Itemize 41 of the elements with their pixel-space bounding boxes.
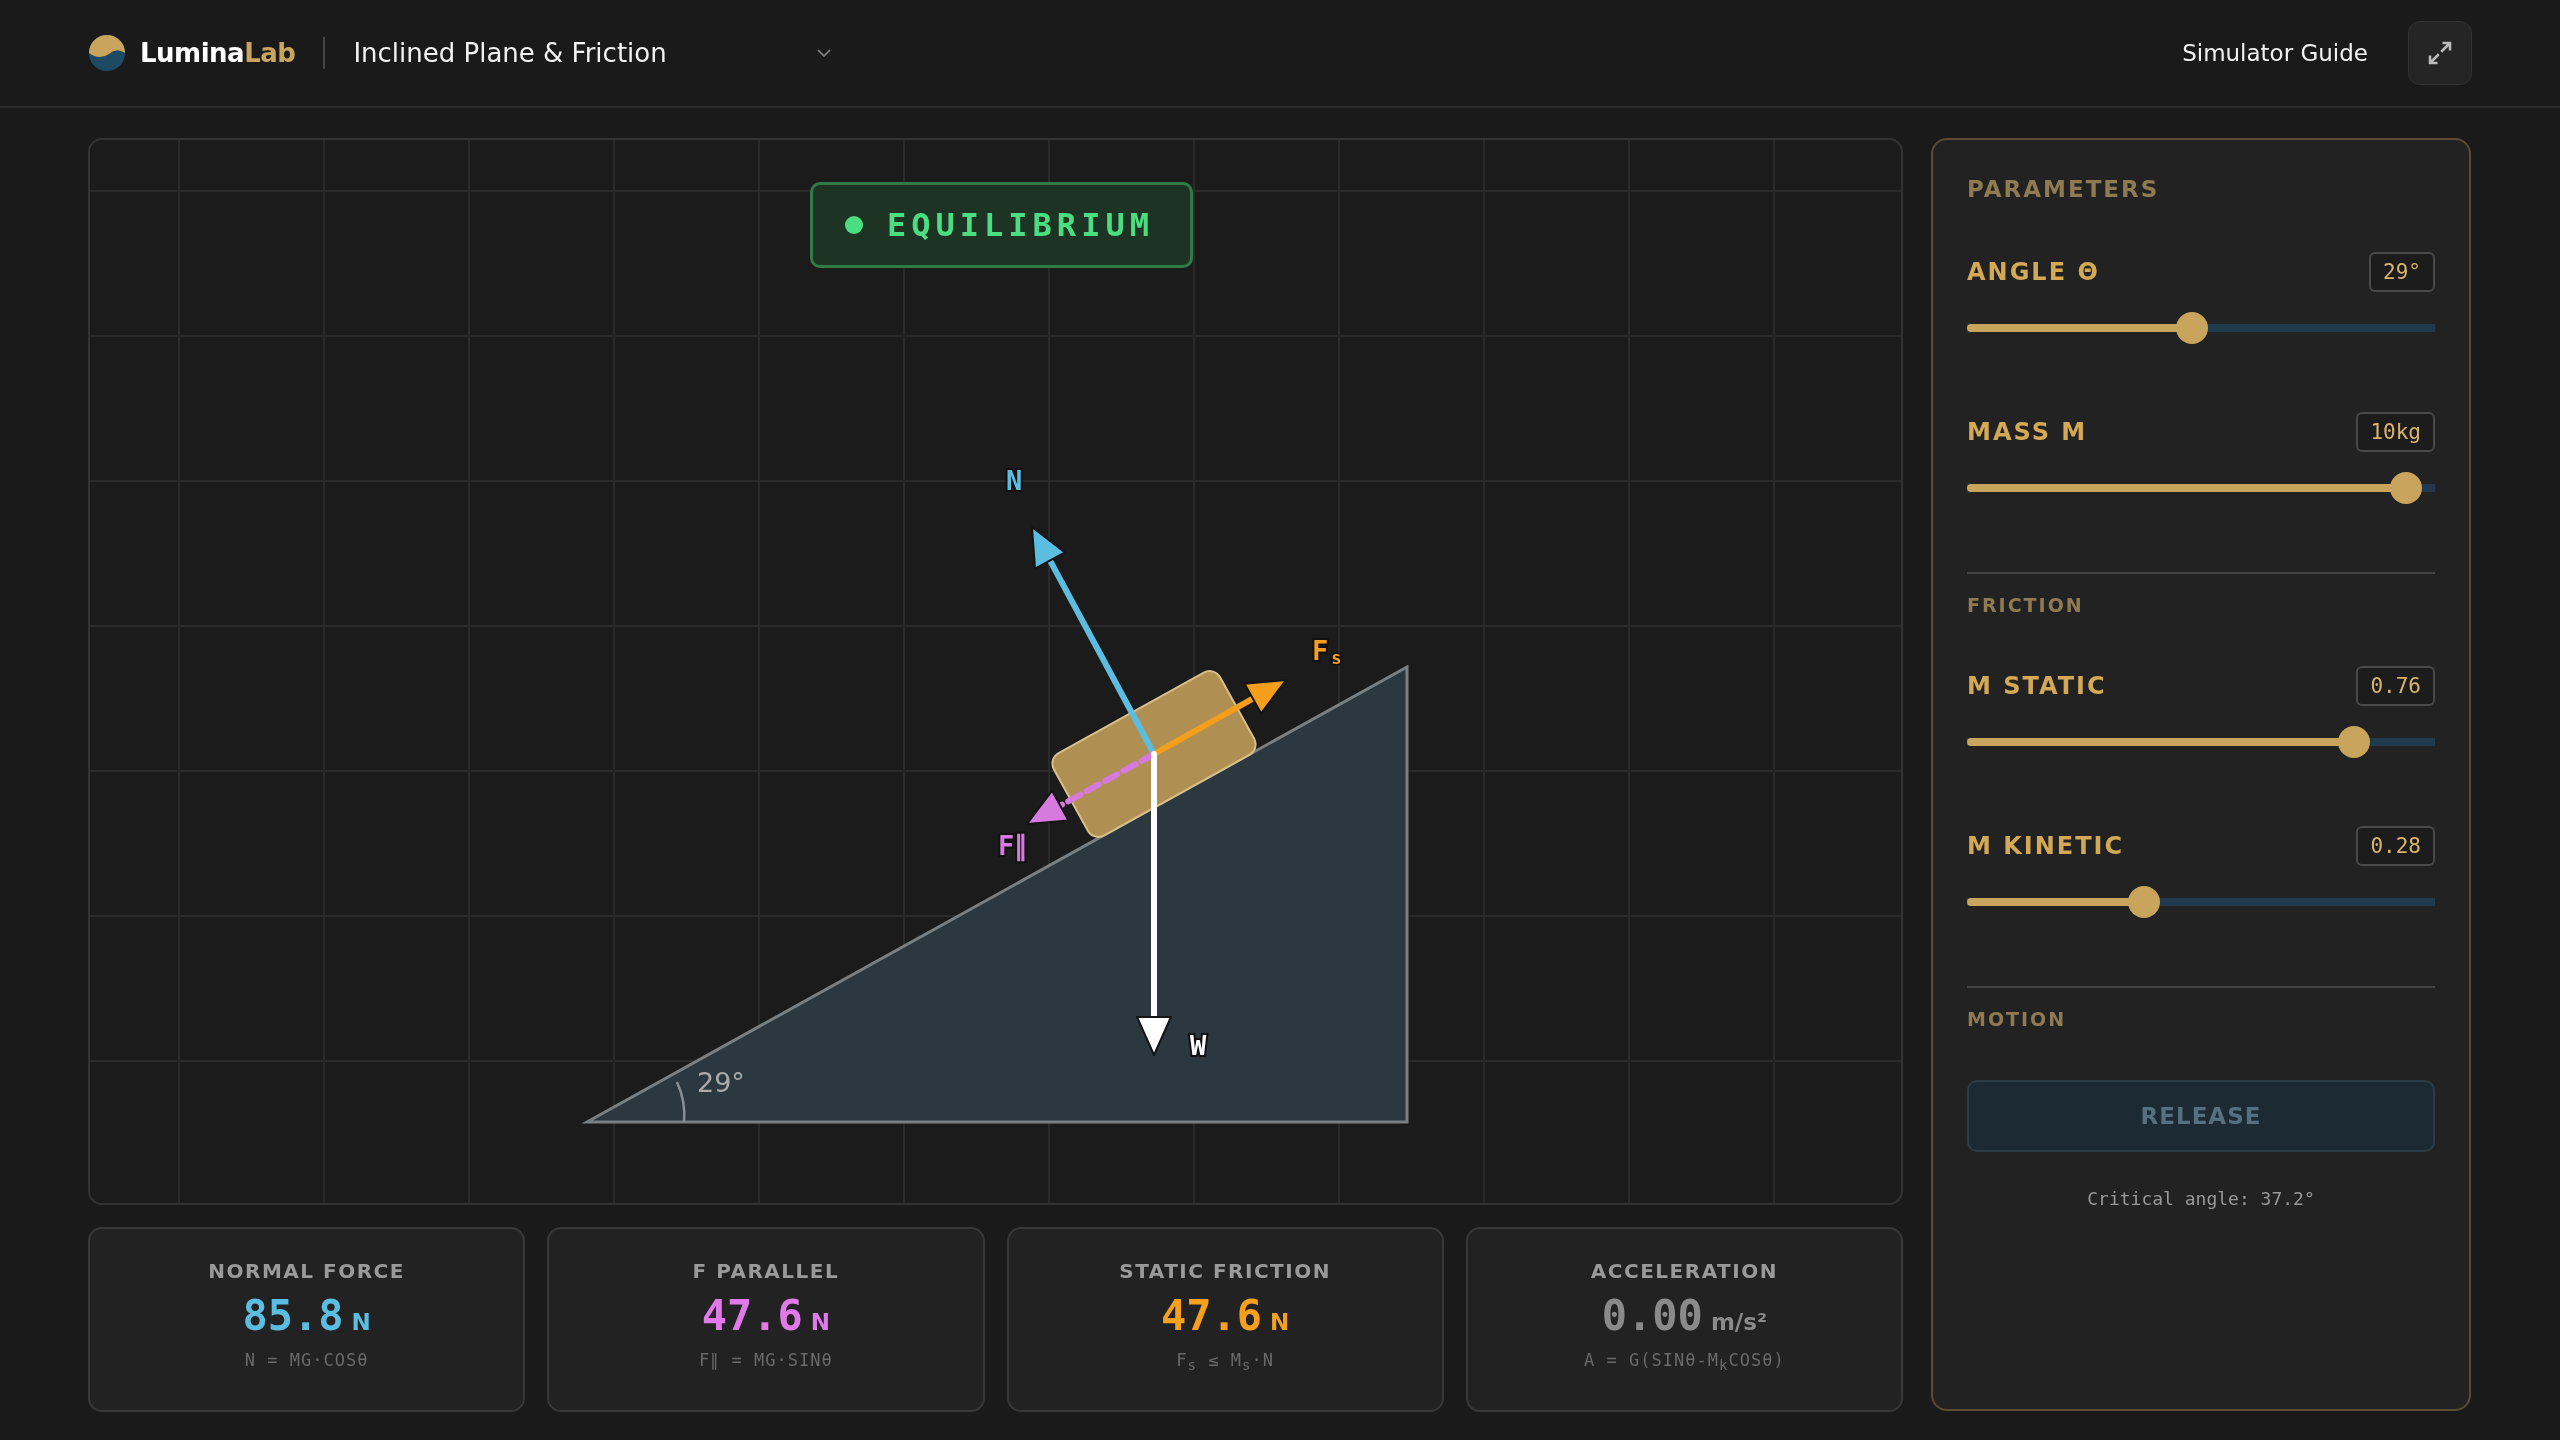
brand-name[interactable]: LuminaLab <box>140 38 296 68</box>
slider-label: ANGLE Θ <box>1967 258 2100 286</box>
value-field[interactable]: 29° <box>2369 252 2435 292</box>
slider-label: Μ KINETIC <box>1967 832 2125 860</box>
slider-thumb[interactable] <box>2337 726 2370 758</box>
guide-link[interactable]: Simulator Guide <box>2182 40 2368 66</box>
stat-label: NORMAL FORCE <box>208 1259 405 1283</box>
slider-thumb[interactable] <box>2176 312 2209 344</box>
value-field[interactable]: 0.28 <box>2356 826 2435 866</box>
panel-title: PARAMETERS <box>1967 176 2161 202</box>
logo-icon <box>88 34 126 72</box>
stat-label: STATIC FRICTION <box>1119 1259 1331 1283</box>
force-label: F$_{s}$ <box>1312 635 1342 668</box>
stat-label: F PARALLEL <box>692 1259 840 1283</box>
slider-thumb[interactable] <box>2128 886 2161 918</box>
section-title: FRICTION <box>1967 594 2085 616</box>
stat-formula: N = MG·COSθ <box>244 1350 369 1370</box>
force-label: F∥ <box>998 830 1029 861</box>
status-badge: EQUILIBRIUM <box>810 182 1193 268</box>
chevron-icon <box>816 49 831 57</box>
stat-value: 85.8 N <box>242 1291 371 1340</box>
force-label: W <box>1190 1030 1207 1061</box>
slider-label: Μ STATIC <box>1967 672 2107 700</box>
stat-value: 0.00 m/s² <box>1601 1291 1767 1340</box>
slider-label: MASS M <box>1967 418 2088 446</box>
stat-value: 47.6 N <box>701 1291 831 1340</box>
critical-angle-note: Critical angle: 37.2° <box>2086 1188 2316 1209</box>
value-field[interactable]: 10kg <box>2356 412 2435 452</box>
force-label: N <box>1006 465 1023 496</box>
stat-formula: F$_{s}$ ≤ M$_{s}$·N <box>1176 1350 1274 1374</box>
angle-arc <box>675 1081 686 1123</box>
stat-formula: A = G(SINθ-M$_{k}$COSθ) <box>1584 1350 1785 1374</box>
simulation-dropdown[interactable]: Inclined Plane & Friction <box>353 38 831 68</box>
section-title: MOTION <box>1967 1008 2068 1030</box>
stat-formula: F∥ = MG·SINθ <box>699 1350 833 1370</box>
angle-label: 29° <box>697 1067 745 1098</box>
slider-thumb[interactable] <box>2389 472 2422 504</box>
stat-value: 47.6 N <box>1160 1291 1290 1340</box>
stat-label: ACCELERATION <box>1590 1259 1778 1283</box>
value-field[interactable]: 0.76 <box>2356 666 2435 706</box>
fullscreen-button[interactable] <box>2408 21 2472 85</box>
